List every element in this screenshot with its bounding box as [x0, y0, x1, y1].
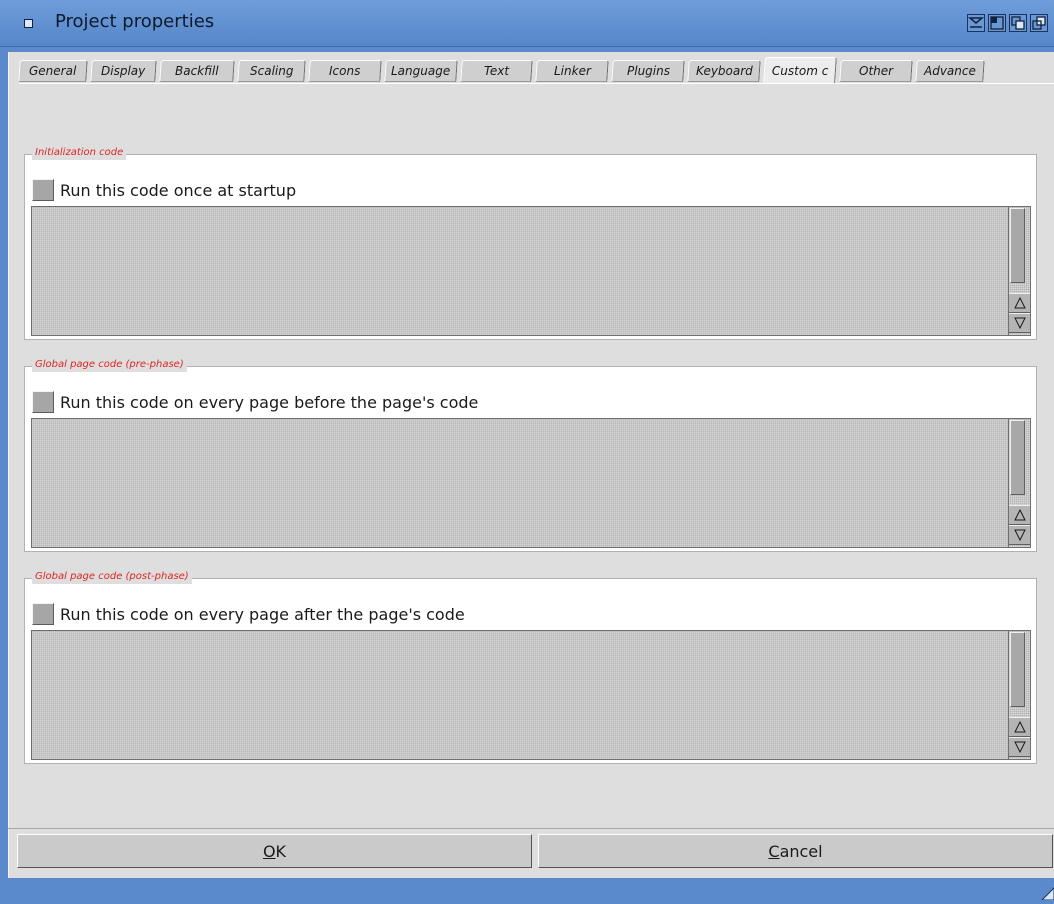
pre-phase-checkbox[interactable] — [32, 391, 54, 413]
post-phase-code-editor[interactable] — [31, 630, 1031, 760]
run-once-checkbox[interactable] — [32, 179, 54, 201]
checkbox-row[interactable]: Run this code on every page before the p… — [32, 389, 478, 415]
cancel-rest: ancel — [779, 841, 823, 861]
tab-label: Other — [858, 64, 894, 78]
group-title: Global page code (post-phase) — [32, 570, 192, 584]
pre-phase-code-editor[interactable] — [31, 418, 1031, 548]
tab-label: Plugins — [626, 64, 670, 78]
scroll-up-icon[interactable] — [1009, 717, 1030, 737]
scroll-up-icon[interactable] — [1009, 293, 1030, 313]
ok-rest: K — [275, 841, 287, 861]
tab-general[interactable]: General — [18, 60, 88, 82]
group-title: Global page code (pre-phase) — [32, 358, 187, 372]
ok-button[interactable]: OK — [17, 834, 532, 868]
ok-button-label: OK — [263, 842, 286, 861]
depth-back-icon[interactable] — [1030, 14, 1048, 32]
tab-label: Text — [483, 64, 510, 78]
group-title: Initialization code — [32, 146, 127, 160]
tab-label: General — [29, 64, 77, 78]
tab-label: Display — [101, 64, 146, 78]
tab-keyboard[interactable]: Keyboard — [687, 60, 761, 82]
tab-display[interactable]: Display — [90, 60, 157, 82]
tab-label: Icons — [329, 64, 361, 78]
scroll-knob[interactable] — [1010, 632, 1025, 707]
scroll-knob[interactable] — [1010, 208, 1025, 283]
scroll-up-icon[interactable] — [1009, 505, 1030, 525]
group-frame: Run this code once at startup — [24, 154, 1037, 340]
ok-hotkey: O — [262, 841, 276, 861]
group-frame: Run this code on every page before the p… — [24, 366, 1037, 552]
tab-plugins[interactable]: Plugins — [611, 60, 685, 82]
scroll-down-icon[interactable] — [1009, 737, 1030, 757]
zoom-icon[interactable] — [988, 14, 1006, 32]
cancel-button[interactable]: Cancel — [538, 834, 1053, 868]
tab-panel-divider — [19, 83, 1054, 84]
tab-bar: General Display Backfill Scaling Icons L… — [18, 57, 1054, 83]
tab-label: Scaling — [249, 64, 294, 78]
window-title: Project properties — [55, 11, 215, 32]
group-frame: Run this code on every page after the pa… — [24, 578, 1037, 764]
scroll-down-icon[interactable] — [1009, 525, 1030, 545]
title-gadgets — [967, 14, 1048, 32]
tab-custom-code[interactable]: Custom c — [763, 57, 837, 83]
checkbox-label[interactable]: Run this code on every page after the pa… — [60, 605, 465, 624]
title-bar[interactable]: Project properties — [0, 0, 1054, 47]
depth-front-icon[interactable] — [1009, 14, 1027, 32]
vertical-scrollbar[interactable] — [1008, 419, 1030, 547]
tab-label: Language — [391, 64, 451, 78]
scroll-down-icon[interactable] — [1009, 313, 1030, 333]
tab-text[interactable]: Text — [460, 60, 533, 82]
tab-advanced[interactable]: Advance — [915, 60, 985, 82]
tab-label: Keyboard — [695, 64, 753, 78]
iconify-icon[interactable] — [967, 14, 985, 32]
initialization-code-editor[interactable] — [31, 206, 1031, 336]
tab-label: Backfill — [175, 64, 219, 78]
vertical-scrollbar[interactable] — [1008, 631, 1030, 759]
tab-backfill[interactable]: Backfill — [159, 60, 235, 82]
post-phase-checkbox[interactable] — [32, 603, 54, 625]
tab-icons[interactable]: Icons — [308, 60, 382, 82]
close-icon[interactable] — [24, 19, 33, 28]
tab-label: Custom c — [771, 63, 829, 78]
checkbox-label[interactable]: Run this code on every page before the p… — [60, 393, 478, 412]
vertical-scrollbar[interactable] — [1008, 207, 1030, 335]
resize-icon[interactable] — [1040, 885, 1054, 901]
project-properties-window: Project properties General Display Backf… — [0, 0, 1054, 901]
tab-language[interactable]: Language — [384, 60, 458, 82]
tab-label: Linker — [553, 64, 591, 78]
tab-label: Advance — [924, 64, 976, 78]
tab-scaling[interactable]: Scaling — [237, 60, 306, 82]
cancel-button-label: Cancel — [768, 842, 822, 861]
checkbox-row[interactable]: Run this code on every page after the pa… — [32, 601, 465, 627]
tab-linker[interactable]: Linker — [535, 60, 609, 82]
checkbox-row[interactable]: Run this code once at startup — [32, 177, 296, 203]
scroll-knob[interactable] — [1010, 420, 1025, 495]
checkbox-label[interactable]: Run this code once at startup — [60, 181, 296, 200]
button-separator — [8, 828, 1054, 829]
tab-other[interactable]: Other — [839, 60, 913, 82]
cancel-hotkey: C — [768, 841, 780, 861]
